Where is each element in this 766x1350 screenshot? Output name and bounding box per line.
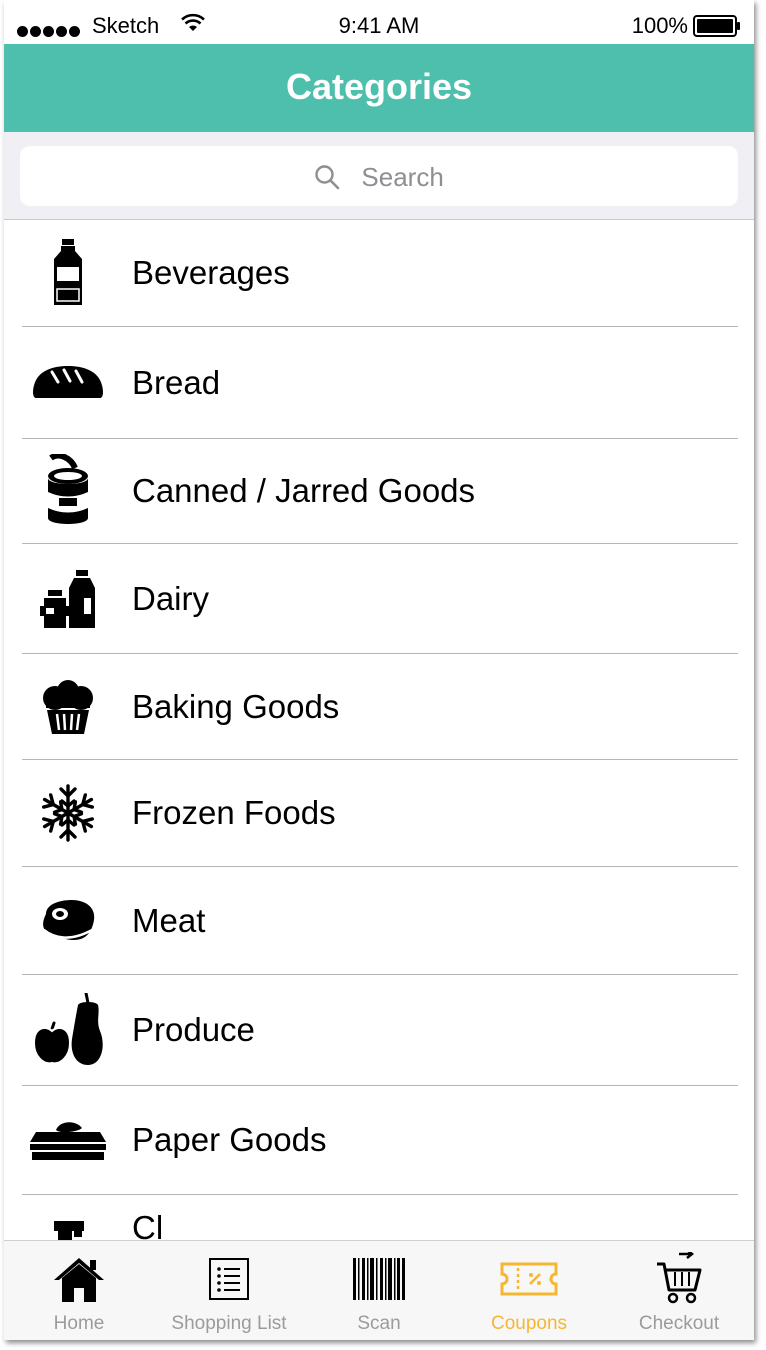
- battery-icon: [693, 15, 741, 43]
- battery-percent: 100%: [631, 13, 688, 38]
- muffin-icon: [26, 654, 110, 759]
- search-placeholder: Search: [361, 162, 444, 192]
- phone-screen: Sketch 9:41 AM 100% Categories Search Be…: [4, 0, 754, 1340]
- category-label: Cl: [132, 1209, 164, 1240]
- dairy-icon: [26, 544, 110, 653]
- category-list: Beverages Bread Canned / Jarred Goods Da…: [4, 220, 754, 1240]
- nav-header: Categories: [4, 44, 754, 132]
- list-icon: [154, 1251, 304, 1307]
- coupon-icon: [454, 1251, 604, 1307]
- category-row-dairy[interactable]: Dairy: [22, 544, 738, 654]
- category-label: Dairy: [132, 579, 210, 617]
- spray-bottle-icon: [26, 1195, 110, 1240]
- category-label: Bread: [132, 363, 221, 401]
- category-label: Beverages: [132, 254, 290, 291]
- category-label: Canned / Jarred Goods: [132, 472, 476, 509]
- steak-icon: [26, 867, 110, 974]
- home-icon: [4, 1251, 154, 1307]
- bottle-icon: [26, 220, 110, 326]
- tab-label: Home: [53, 1313, 105, 1334]
- tab-label: Coupons: [490, 1313, 568, 1334]
- tab-label: Checkout: [638, 1313, 720, 1334]
- snowflake-icon: [26, 760, 110, 866]
- tab-scan[interactable]: Scan: [304, 1241, 454, 1340]
- bread-icon: [26, 327, 110, 438]
- fruit-icon: [26, 975, 110, 1085]
- page-title: Categories: [285, 66, 473, 107]
- tissue-box-icon: [26, 1086, 110, 1194]
- category-row-produce[interactable]: Produce: [22, 975, 738, 1086]
- tab-home[interactable]: Home: [4, 1241, 154, 1340]
- category-label: Meat: [132, 901, 206, 939]
- category-label: Frozen Foods: [132, 794, 336, 831]
- tab-bar: Home Shopping List Scan Coupons Checkout: [4, 1240, 754, 1340]
- tab-label: Shopping List: [171, 1313, 287, 1334]
- tab-shopping-list[interactable]: Shopping List: [154, 1241, 304, 1340]
- category-label: Produce: [132, 1011, 255, 1048]
- category-row-frozen-foods[interactable]: Frozen Foods: [22, 760, 738, 867]
- search-icon: [314, 162, 361, 192]
- tab-label: Scan: [357, 1313, 401, 1334]
- category-row-paper-goods[interactable]: Paper Goods: [22, 1086, 738, 1195]
- status-bar: Sketch 9:41 AM 100%: [4, 0, 754, 44]
- can-icon: [26, 439, 110, 543]
- cart-icon: [604, 1251, 754, 1307]
- tab-checkout[interactable]: Checkout: [604, 1241, 754, 1340]
- category-row-meat[interactable]: Meat: [22, 867, 738, 975]
- category-row-cleaning[interactable]: Cl: [22, 1195, 738, 1240]
- category-label: Baking Goods: [132, 687, 340, 725]
- category-row-bread[interactable]: Bread: [22, 327, 738, 439]
- category-label: Paper Goods: [132, 1121, 327, 1158]
- category-row-baking-goods[interactable]: Baking Goods: [22, 654, 738, 760]
- search-bar: Search: [4, 132, 754, 220]
- barcode-icon: [304, 1251, 454, 1307]
- tab-coupons[interactable]: Coupons: [454, 1241, 604, 1340]
- category-row-canned-goods[interactable]: Canned / Jarred Goods: [22, 439, 738, 544]
- search-input[interactable]: Search: [20, 146, 738, 206]
- category-row-beverages[interactable]: Beverages: [22, 220, 738, 327]
